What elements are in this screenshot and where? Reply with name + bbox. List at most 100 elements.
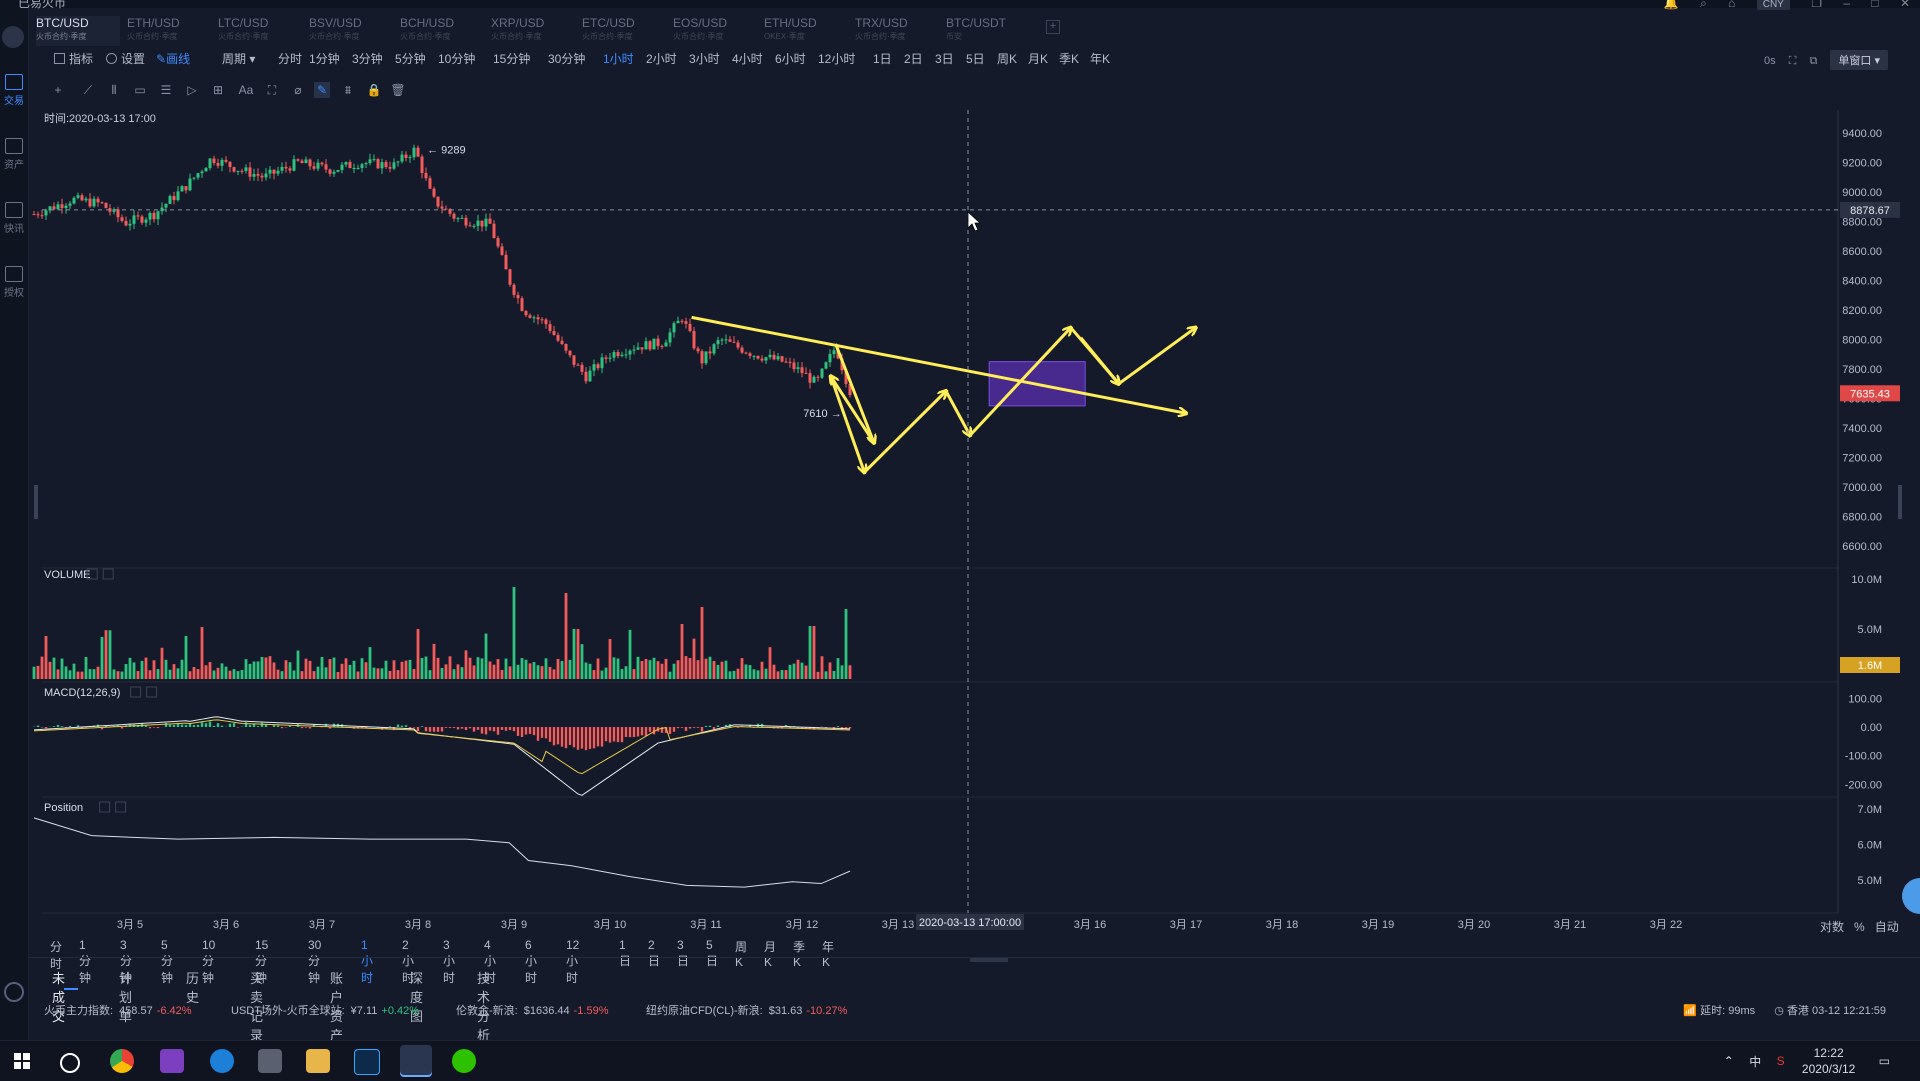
candle-body xyxy=(41,215,44,216)
onenote-icon[interactable] xyxy=(160,1049,184,1073)
notification-icon[interactable]: ▭ xyxy=(1879,1054,1890,1068)
bottom-period-option[interactable]: 年K xyxy=(822,938,834,969)
bottom-period-option[interactable]: 月K xyxy=(764,938,776,969)
volume-bar xyxy=(617,659,620,679)
volume-bar xyxy=(749,665,752,679)
candle-body xyxy=(797,367,800,369)
candle xyxy=(201,170,204,178)
pane-close-icon[interactable] xyxy=(147,687,157,697)
volume-bar xyxy=(473,665,476,679)
candle xyxy=(569,350,572,357)
ime-indicator[interactable]: 中 xyxy=(1749,1053,1761,1070)
bottom-period-option[interactable]: 3日 xyxy=(677,938,689,969)
zigzag-arrow[interactable] xyxy=(831,376,865,472)
zigzag-arrow[interactable] xyxy=(1119,328,1196,384)
volume-bar xyxy=(317,667,320,679)
floating-assistant-button[interactable] xyxy=(1902,878,1920,914)
macd-histogram-bar xyxy=(177,724,179,727)
volume-bar xyxy=(489,662,492,679)
calculator-icon[interactable] xyxy=(258,1049,282,1073)
price-tick-label: 8800.00 xyxy=(1842,217,1882,229)
sogou-icon[interactable]: S xyxy=(1777,1054,1785,1068)
candle xyxy=(261,173,264,182)
macd-histogram-bar xyxy=(453,727,455,728)
axis-option[interactable]: 自动 xyxy=(1875,920,1899,934)
bottom-period-option[interactable]: 3小时 xyxy=(443,938,455,986)
bottom-period-option[interactable]: 季K xyxy=(793,938,805,969)
volume-bar xyxy=(429,670,432,679)
chevron-up-icon[interactable]: ⌃ xyxy=(1724,1054,1734,1068)
taskbar-search-icon[interactable] xyxy=(60,1053,80,1073)
chrome-icon[interactable] xyxy=(110,1049,134,1073)
price-tick-label: 7200.00 xyxy=(1842,453,1882,465)
photoshop-icon[interactable] xyxy=(354,1049,380,1075)
bottom-period-option[interactable]: 2日 xyxy=(648,938,660,969)
zigzag-arrow[interactable] xyxy=(864,391,946,472)
bottom-period-option[interactable]: 6小时 xyxy=(525,938,537,986)
active-tab-indicator xyxy=(64,988,78,990)
volume-bar xyxy=(609,639,612,679)
volume-bar xyxy=(333,658,336,679)
taskbar-clock[interactable]: 12:22 2020/3/12 xyxy=(1802,1045,1855,1077)
bottom-tab[interactable]: 历史 xyxy=(186,968,199,1006)
bottom-period-option[interactable]: 1小时 xyxy=(361,938,373,986)
axis-option[interactable]: 对数 xyxy=(1820,920,1844,934)
bottom-period-option[interactable]: 周K xyxy=(735,938,747,969)
bottom-period-option[interactable]: 30分钟 xyxy=(308,938,321,986)
macd-histogram-bar xyxy=(441,727,443,731)
candle-body xyxy=(325,164,328,169)
macd-histogram-bar xyxy=(645,727,647,736)
volume-bar xyxy=(161,648,164,679)
pane-close-icon[interactable] xyxy=(103,569,113,579)
candle xyxy=(145,217,148,227)
zigzag-arrow[interactable] xyxy=(1081,338,1119,384)
candle-body xyxy=(217,163,220,166)
macd-histogram-bar xyxy=(637,727,639,736)
volume-bar xyxy=(277,670,280,679)
right-scroll-handle[interactable] xyxy=(1898,485,1902,519)
bottom-period-option[interactable]: 分时 xyxy=(50,938,62,972)
pane-settings-icon[interactable] xyxy=(131,687,141,697)
wechat-icon[interactable] xyxy=(452,1049,476,1073)
volume-tick-label: 5.0M xyxy=(1858,624,1882,636)
candle xyxy=(365,162,368,168)
price-chart[interactable]: 9400.009200.009000.008800.008600.008400.… xyxy=(0,0,1920,1080)
pane-settings-icon[interactable] xyxy=(100,802,110,812)
volume-bar xyxy=(629,630,632,679)
bottom-period-option[interactable]: 1日 xyxy=(619,938,631,969)
volume-bar xyxy=(565,593,568,679)
volume-bar xyxy=(813,626,816,679)
macd-histogram-bar xyxy=(613,727,615,741)
candle xyxy=(469,222,472,227)
axis-option[interactable]: % xyxy=(1854,920,1865,934)
volume-bar xyxy=(157,669,160,679)
volume-bar xyxy=(205,665,208,679)
file-explorer-icon[interactable] xyxy=(306,1049,330,1073)
candle xyxy=(737,340,740,350)
volume-bar xyxy=(397,670,400,679)
candle xyxy=(593,359,596,376)
pane-close-icon[interactable] xyxy=(116,802,126,812)
bottom-period-option[interactable]: 10分钟 xyxy=(202,938,215,986)
volume-bar xyxy=(741,658,744,679)
bottom-period-option[interactable]: 12小时 xyxy=(566,938,579,986)
windows-start-icon[interactable] xyxy=(14,1053,30,1069)
x-tick-label: 3月 17 xyxy=(1170,919,1202,931)
ticker-value: ¥7.11 xyxy=(351,1005,378,1017)
zigzag-arrow[interactable] xyxy=(946,391,970,435)
candle xyxy=(197,173,200,180)
candle xyxy=(493,220,496,238)
candle-body xyxy=(541,319,544,320)
candle-body xyxy=(441,206,444,208)
volume-bar xyxy=(681,624,684,679)
bottom-period-option[interactable]: 5日 xyxy=(706,938,718,969)
volume-bar xyxy=(513,587,516,679)
bottom-period-option[interactable]: 1分钟 xyxy=(79,938,91,986)
panel-resize-handle[interactable] xyxy=(970,958,1008,962)
trading-app-icon[interactable] xyxy=(400,1045,432,1077)
macd-histogram-bar xyxy=(153,727,155,728)
left-scroll-handle[interactable] xyxy=(34,485,38,519)
candle-body xyxy=(685,321,688,324)
edge-icon[interactable] xyxy=(210,1049,234,1073)
bottom-period-option[interactable]: 5分钟 xyxy=(161,938,173,986)
